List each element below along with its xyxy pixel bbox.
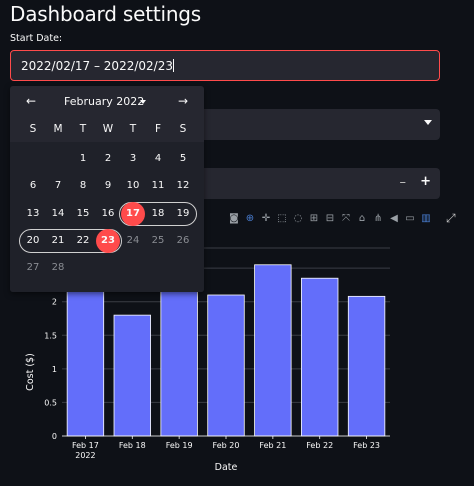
chart-modebar: ◙ ⊕ ✛ ⬚ ◌ ⊞ ⊟ ⤧ ⌂ ⋔ ◀ ▭ ▥ (228, 211, 432, 227)
calendar-day[interactable]: 1 (71, 147, 95, 171)
x-tick-label-line: Feb 23 (353, 441, 380, 450)
bar (160, 281, 198, 437)
weekday-label: S (29, 123, 37, 135)
chevron-down-icon[interactable] (424, 120, 432, 125)
hover-closest-icon[interactable]: ◀ (388, 213, 400, 225)
weekday-label: W (102, 123, 114, 135)
x-tick-label-line: Feb 17 (72, 441, 99, 450)
box-select-icon[interactable]: ⬚ (276, 213, 288, 225)
calendar-day[interactable]: 22 (71, 229, 95, 253)
calendar-day[interactable]: 24 (121, 229, 145, 253)
x-tick-label-line: 2022 (75, 451, 95, 460)
x-tick-label: Feb 18 (119, 441, 146, 450)
calendar-day[interactable]: 12 (171, 174, 195, 198)
x-tick-label: Feb 17 2022 (72, 441, 99, 460)
y-tick-label: 2 (52, 298, 57, 307)
pan-icon[interactable]: ✛ (260, 213, 272, 225)
calendar-day[interactable]: 14 (46, 202, 70, 226)
x-tick-label-line: Feb 19 (166, 441, 193, 450)
y-axis-title: Cost ($) (25, 353, 36, 391)
calendar-day-selected[interactable]: 23 (96, 229, 120, 253)
start-date-label: Start Date: (10, 33, 63, 44)
next-month-arrow-icon[interactable]: → (178, 94, 188, 108)
x-axis-title: Date (215, 462, 238, 473)
y-tick-label: 0.5 (44, 398, 57, 407)
bar (207, 294, 245, 437)
bar (347, 295, 386, 437)
hover-compare-icon[interactable]: ▭ (404, 213, 416, 225)
increment-button[interactable]: + (420, 174, 431, 189)
month-select[interactable]: February 2022 (64, 95, 144, 108)
x-tick-label-line: Feb 22 (306, 441, 333, 450)
y-tick-label: 1.5 (44, 331, 57, 340)
chevron-down-icon[interactable] (140, 100, 146, 104)
x-tick-label: Feb 23 (353, 441, 380, 450)
calendar-day[interactable]: 4 (146, 147, 170, 171)
page-title: Dashboard settings (10, 2, 202, 26)
y-tick-label: 0 (52, 432, 57, 441)
x-tick-label-line: Feb 20 (213, 441, 240, 450)
calendar-day[interactable]: 19 (171, 202, 195, 226)
calendar-day[interactable]: 28 (46, 256, 70, 280)
bar (113, 314, 151, 437)
calendar-day[interactable]: 5 (171, 147, 195, 171)
x-tick-label-line: Feb 18 (119, 441, 146, 450)
text-caret (172, 59, 174, 72)
date-picker-popover: ← February 2022 → S M T W T F S 1 2 3 4 5 6 7 8 9 10 11 12… (10, 86, 204, 292)
calendar-day[interactable]: 3 (121, 147, 145, 171)
calendar-day[interactable]: 26 (171, 229, 195, 253)
bar (254, 264, 292, 437)
zoom-out-icon[interactable]: ⊟ (324, 213, 336, 225)
calendar-day[interactable]: 13 (21, 202, 45, 226)
calendar-day[interactable]: 18 (146, 202, 170, 226)
calendar-day[interactable]: 21 (46, 229, 70, 253)
x-tick-label: Feb 19 (166, 441, 193, 450)
fullscreen-icon[interactable]: ⤢ (446, 211, 456, 226)
calendar-header: ← February 2022 → (10, 86, 204, 118)
plotly-logo-icon[interactable]: ▥ (420, 213, 432, 225)
weekday-label: F (154, 123, 162, 135)
x-tick-label-line: Feb 21 (259, 441, 286, 450)
date-range-input[interactable]: 2022/02/17 – 2022/02/23 (10, 50, 440, 81)
y-tick-label: 1 (52, 365, 57, 374)
bar (66, 267, 105, 437)
weekday-label: S (179, 123, 187, 135)
calendar-day[interactable]: 9 (96, 174, 120, 198)
calendar-day-selected[interactable]: 17 (121, 202, 145, 226)
weekday-label: T (129, 123, 137, 135)
spike-lines-icon[interactable]: ⋔ (372, 213, 384, 225)
calendar-day[interactable]: 6 (21, 174, 45, 198)
date-range-value: 2022/02/17 – 2022/02/23 (21, 59, 174, 73)
autoscale-icon[interactable]: ⤧ (340, 213, 352, 225)
calendar-day[interactable]: 10 (121, 174, 145, 198)
calendar-day[interactable]: 11 (146, 174, 170, 198)
x-tick-label: Feb 21 (259, 441, 286, 450)
zoom-in-icon[interactable]: ⊞ (308, 213, 320, 225)
lasso-icon[interactable]: ◌ (292, 213, 304, 225)
calendar-day[interactable]: 16 (96, 202, 120, 226)
select-dropdown[interactable] (200, 109, 440, 140)
calendar-day[interactable]: 20 (21, 229, 45, 253)
calendar-day[interactable]: 7 (46, 174, 70, 198)
calendar-day[interactable]: 8 (71, 174, 95, 198)
zoom-icon[interactable]: ⊕ (244, 213, 256, 225)
previous-month-arrow-icon[interactable]: ← (26, 94, 36, 108)
number-input[interactable]: – + (200, 168, 440, 199)
calendar-day[interactable]: 15 (71, 202, 95, 226)
reset-axes-icon[interactable]: ⌂ (356, 213, 368, 225)
x-tick-label: Feb 22 (306, 441, 333, 450)
camera-icon[interactable]: ◙ (228, 213, 240, 225)
calendar-day[interactable]: 25 (146, 229, 170, 253)
decrement-button[interactable]: – (400, 175, 407, 190)
bar (301, 277, 339, 437)
calendar-day[interactable]: 27 (21, 256, 45, 280)
weekday-label: T (79, 123, 87, 135)
calendar-day[interactable]: 2 (96, 147, 120, 171)
weekday-label: M (53, 123, 63, 135)
x-tick-label: Feb 20 (213, 441, 240, 450)
